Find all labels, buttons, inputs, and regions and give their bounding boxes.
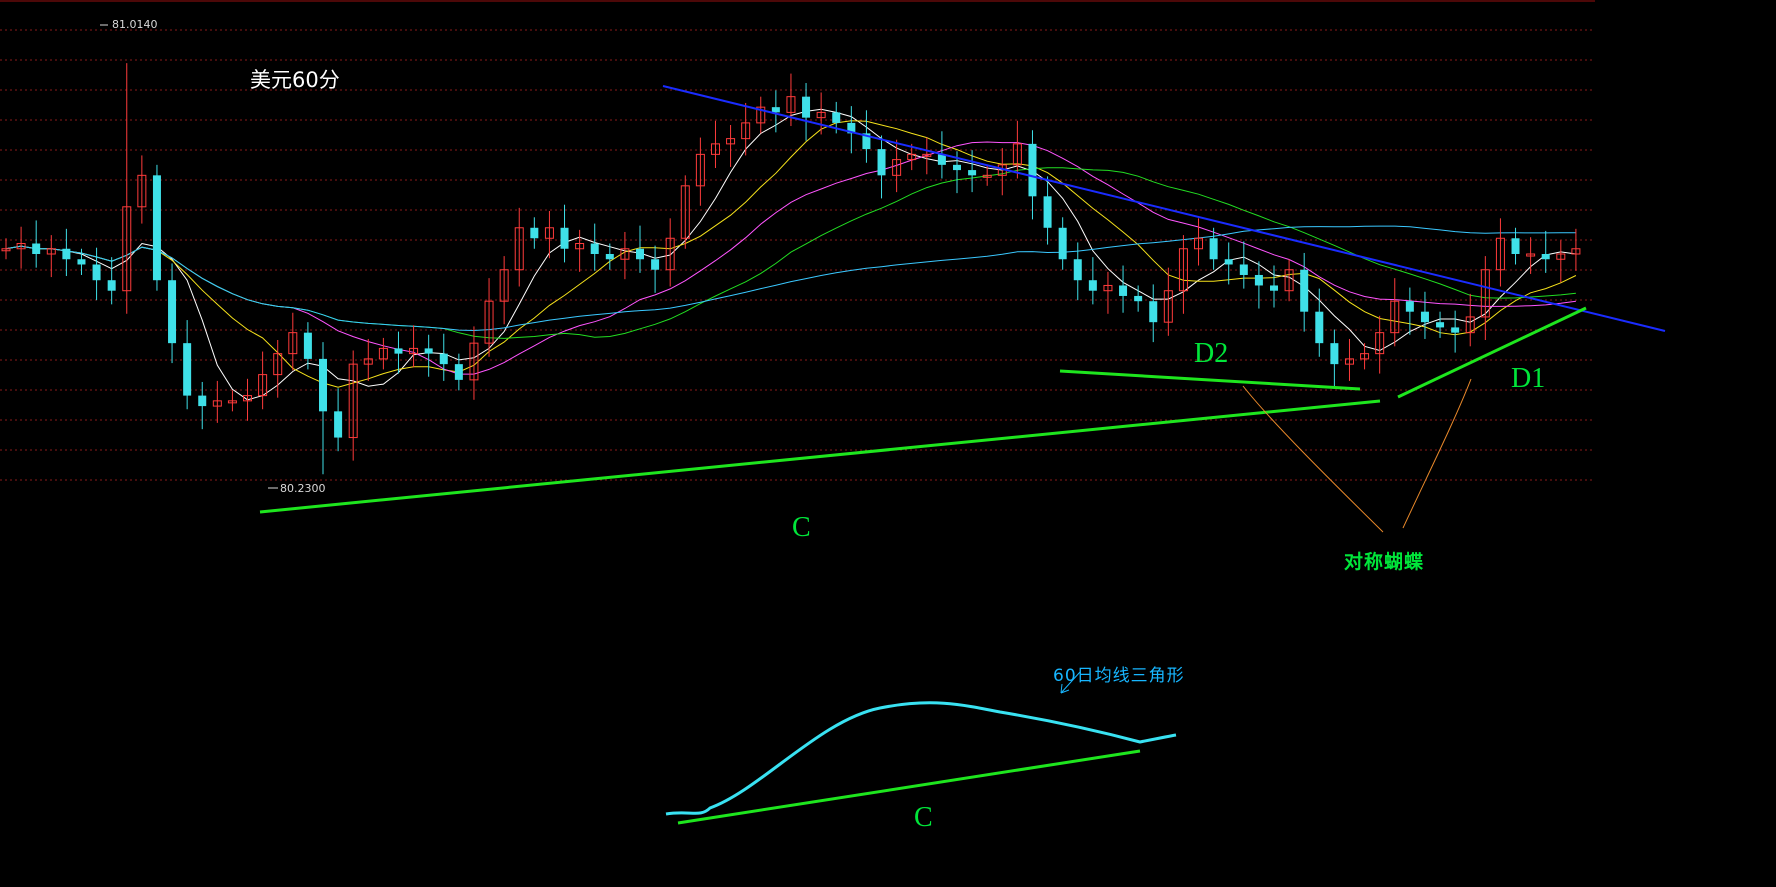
candle-body-down: [1028, 143, 1037, 197]
candle-body-down: [1043, 196, 1052, 228]
candle-body-down: [832, 112, 841, 123]
butterfly-label: 对称蝴蝶: [1344, 551, 1425, 573]
candle-body-down: [937, 154, 946, 165]
candle-body-down: [560, 227, 569, 249]
candle-body-down: [1239, 264, 1248, 275]
candle-body-down: [319, 358, 327, 412]
candle-body-down: [1149, 301, 1158, 323]
candle-body-down: [1270, 285, 1278, 291]
candle-body-down: [605, 254, 614, 260]
pattern-label-d1: D1: [1511, 363, 1546, 394]
candle-body-down: [183, 343, 192, 396]
candle-body-down: [1224, 259, 1233, 265]
candle-body-down: [1058, 227, 1067, 260]
candle-body-down: [32, 243, 41, 254]
candle-body-down: [590, 243, 599, 254]
support-line-d2: [1059, 369, 1361, 391]
candle-body-down: [1420, 311, 1429, 323]
candle-body-down: [968, 170, 977, 176]
candle-body-down: [1330, 343, 1339, 365]
candle-body-down: [1451, 327, 1460, 333]
support-line-c: [259, 399, 1381, 514]
candle-body-down: [152, 175, 161, 281]
candle-body-down: [651, 259, 660, 270]
grid-lines: [0, 0, 1595, 481]
annotation-arrows: [100, 24, 1472, 694]
candle-body-down: [439, 353, 448, 365]
candle-body-down: [771, 107, 780, 113]
candle-body-down: [1209, 238, 1218, 260]
candle-body-down: [62, 248, 71, 260]
candle-body-down: [1254, 274, 1263, 286]
candle-body-down: [77, 259, 86, 265]
candle-body-down: [107, 280, 116, 291]
candle-body-down: [92, 264, 101, 281]
candle-body-down: [168, 280, 177, 344]
moving-averages: [5, 108, 1577, 401]
ma30-line: [5, 167, 1576, 339]
candle-body-down: [1541, 254, 1550, 260]
ma60-line: [5, 225, 1576, 332]
candle-body-down: [198, 395, 207, 407]
candle-body-down: [1300, 269, 1309, 312]
candle-body-down: [1315, 311, 1324, 344]
sketch-label-c: C: [914, 802, 933, 833]
low-price-label: 80.2300: [280, 482, 326, 495]
ma20-line: [5, 141, 1576, 375]
candle-body-down: [1134, 295, 1143, 302]
candle-body-down: [394, 348, 403, 354]
ma60-triangle-label: 60日均线三角形: [1053, 666, 1185, 686]
high-price-label: 81.0140: [112, 18, 158, 31]
candle-body-down: [802, 96, 811, 118]
chart-title: 美元60分: [250, 68, 340, 92]
candle-body-down: [530, 227, 539, 239]
pattern-label-c: C: [792, 512, 811, 543]
candle-body-down: [1119, 285, 1128, 296]
candle-body-down: [1436, 322, 1445, 328]
butterfly-arrow-right: [1402, 378, 1472, 529]
candle-body-down: [1073, 259, 1082, 281]
candle-body-down: [303, 332, 312, 359]
candle-body-down: [1511, 238, 1520, 254]
candle-body-down: [1088, 280, 1097, 291]
ma10-line: [5, 120, 1577, 388]
candle-body-down: [334, 411, 343, 438]
candle-body-down: [454, 364, 463, 380]
candle-body-down: [1405, 301, 1414, 312]
candle-body-down: [953, 164, 961, 171]
candlestick-chart: [0, 0, 1666, 825]
candles: [1, 63, 1581, 475]
candle-body-down: [877, 149, 886, 176]
ma5-line: [5, 108, 1576, 401]
pattern-label-d2: D2: [1194, 338, 1229, 369]
candle-body-down: [424, 348, 433, 354]
candle-body-down: [636, 248, 644, 260]
